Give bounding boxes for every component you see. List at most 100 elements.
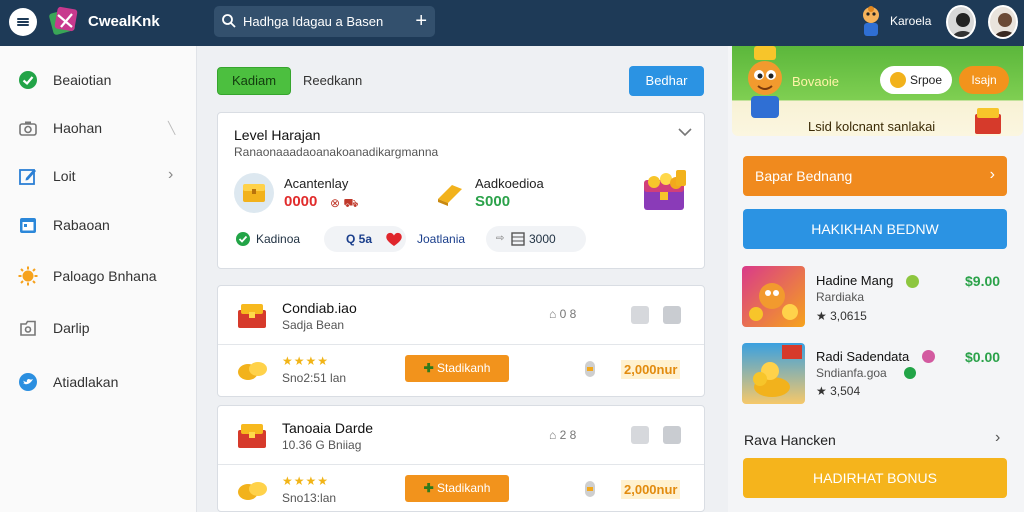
rava-hancken-link[interactable]: Rava Hancken (744, 432, 836, 448)
right-panel: Bovaoie Srpoe Isajn Lsid kolcnant sanlak… (728, 46, 1024, 512)
folder-icon[interactable] (663, 426, 681, 444)
bedhar-button[interactable]: Bedhar (629, 66, 704, 96)
button-label: HADIRHAT BONUS (813, 470, 937, 486)
bapar-bednang-button[interactable]: Bapar Bednang › (743, 156, 1007, 196)
tag-q5a[interactable]: Q 5a (324, 226, 406, 252)
chevron-right-icon[interactable]: › (995, 429, 1000, 447)
rating-text: Sno13:lan (282, 491, 337, 505)
sidebar-item-beaiotian[interactable]: Beaiotian (0, 60, 196, 100)
plus-icon[interactable]: + (415, 9, 427, 33)
item-subtitle: Sadja Bean (282, 318, 345, 332)
gold-bar-icon (438, 185, 462, 206)
treasure-chest-icon (644, 170, 686, 210)
tag-joatlania[interactable]: Joatlania (412, 226, 480, 252)
level-card: Level Harajan Ranaonaaadaoanakoanadikarg… (217, 112, 705, 269)
badge-icon (922, 350, 935, 363)
button-label: Bapar Bednang (755, 168, 853, 184)
stadikanh-button[interactable]: ✚ Stadikanh (405, 475, 509, 502)
tag-label: Joatlania (417, 232, 466, 246)
mascot-icon (748, 46, 782, 118)
document-icon[interactable] (631, 426, 649, 444)
top-bar: CwealKnk + Karoela (0, 0, 1024, 46)
rating-stars: ★★★★ (282, 354, 330, 368)
banner-title: Bovaoie (792, 74, 839, 89)
app-name: CwealKnk (88, 13, 160, 30)
item-meta: ⌂ 0 8 (549, 307, 577, 321)
tag-kadinoa[interactable]: Kadinoa (232, 226, 324, 252)
search-icon (222, 14, 236, 28)
hakikhan-bednw-button[interactable]: HAKIKHAN BEDNW (743, 209, 1007, 249)
tag-label: Q 5a (346, 232, 373, 246)
heart-icon (386, 232, 402, 246)
share-icon: ⇨ (496, 233, 505, 244)
camera-icon (19, 121, 37, 136)
folder-icon[interactable] (663, 306, 681, 324)
product-title: Radi Sadendata (816, 349, 910, 364)
coin-icon (585, 481, 595, 497)
sidebar-item-haohan[interactable]: Haohan ╲ (0, 108, 196, 148)
mascot-avatar-icon[interactable] (856, 4, 886, 42)
stat1-label: Acantenlay (284, 176, 349, 191)
isajn-button[interactable]: Isajn (959, 66, 1009, 94)
stat2-value: S000 (475, 193, 511, 210)
stat1-value: 0000 (284, 193, 318, 210)
tab-reedkann[interactable]: Reedkann (303, 73, 362, 88)
item-amount: 2,000nur (621, 480, 681, 499)
sidebar-item-paloago[interactable]: Paloago Bnhana (0, 256, 196, 296)
product-price: $0.00 (965, 349, 1001, 365)
chevron-right-icon: › (168, 166, 174, 183)
stadikanh-button[interactable]: ✚ Stadikanh (405, 355, 509, 382)
edit-icon (19, 169, 36, 185)
product-title: Hadine Mang (816, 273, 894, 288)
sidebar-item-atiadlakan[interactable]: Atiadlakan (0, 362, 196, 402)
product-subtitle: Sndianfa.goa (816, 366, 887, 380)
divider (218, 344, 704, 345)
sidebar-item-label: Haohan (53, 120, 103, 136)
check-circle-icon (19, 71, 37, 89)
sun-icon (18, 266, 38, 286)
hadirhat-bonus-button[interactable]: HADIRHAT BONUS (743, 458, 1007, 498)
user-avatar-2[interactable] (988, 5, 1018, 39)
promo-banner[interactable]: Bovaoie Srpoe Isajn Lsid kolcnant sanlak… (732, 46, 1023, 136)
sidebar-item-label: Atiadlakan (53, 374, 119, 390)
app-logo-icon[interactable] (48, 5, 80, 37)
level-title: Level Harajan (234, 127, 321, 143)
stat2-label: Aadkoedioa (475, 176, 544, 191)
product-rating: ★ 3,504 (816, 384, 861, 398)
main-content: Kadiam Reedkann Bedhar Level Harajan Ran… (198, 46, 726, 512)
srpoe-button[interactable]: Srpoe (880, 66, 952, 94)
badge-icon (904, 367, 916, 379)
gold-coins-icon (238, 362, 267, 380)
product-price: $9.00 (965, 273, 1001, 289)
product-image[interactable] (742, 343, 805, 404)
sidebar-item-rabaoan[interactable]: Rabaoan (0, 205, 196, 245)
film-icon (511, 232, 525, 246)
item-card-2: Tanoaia Darde 10.36 G Bniiag ⌂ 2 8 ★★★★ … (217, 405, 705, 512)
item-subtitle: 10.36 G Bniiag (282, 438, 362, 452)
plus-icon: ✚ (423, 481, 437, 495)
plus-icon: ✚ (423, 361, 437, 375)
rating-text: Sno2:51 lan (282, 371, 347, 385)
coin-icon (585, 361, 595, 377)
user-name: Karoela (890, 14, 932, 28)
product-subtitle: Rardiaka (816, 290, 865, 304)
tag-3000[interactable]: ⇨ 3000 (486, 226, 586, 252)
item-card-1: Condiab.iao Sadja Bean ⌂ 0 8 ★★★★ Sno2:5… (217, 285, 705, 397)
chevron-down-icon[interactable] (678, 127, 692, 137)
sidebar-item-darlip[interactable]: Darlip (0, 308, 196, 348)
folder-icon (20, 320, 36, 336)
gold-chest-icon (234, 173, 274, 213)
user-avatar-1[interactable] (946, 5, 976, 39)
search-input[interactable] (243, 12, 413, 31)
gold-chest-icon (238, 424, 266, 448)
hamburger-menu-icon[interactable] (9, 8, 37, 36)
treasure-box-icon (975, 108, 1001, 134)
sidebar-item-label: Beaiotian (53, 72, 112, 88)
chevron-right-icon: ╲ (168, 121, 176, 135)
sidebar-item-loit[interactable]: Loit › (0, 156, 196, 196)
stat1-suffix: ⊗ ⛟ (330, 196, 359, 210)
tab-kadiam[interactable]: Kadiam (217, 67, 291, 95)
document-icon[interactable] (631, 306, 649, 324)
product-image[interactable] (742, 266, 805, 327)
badge-icon (906, 275, 919, 288)
